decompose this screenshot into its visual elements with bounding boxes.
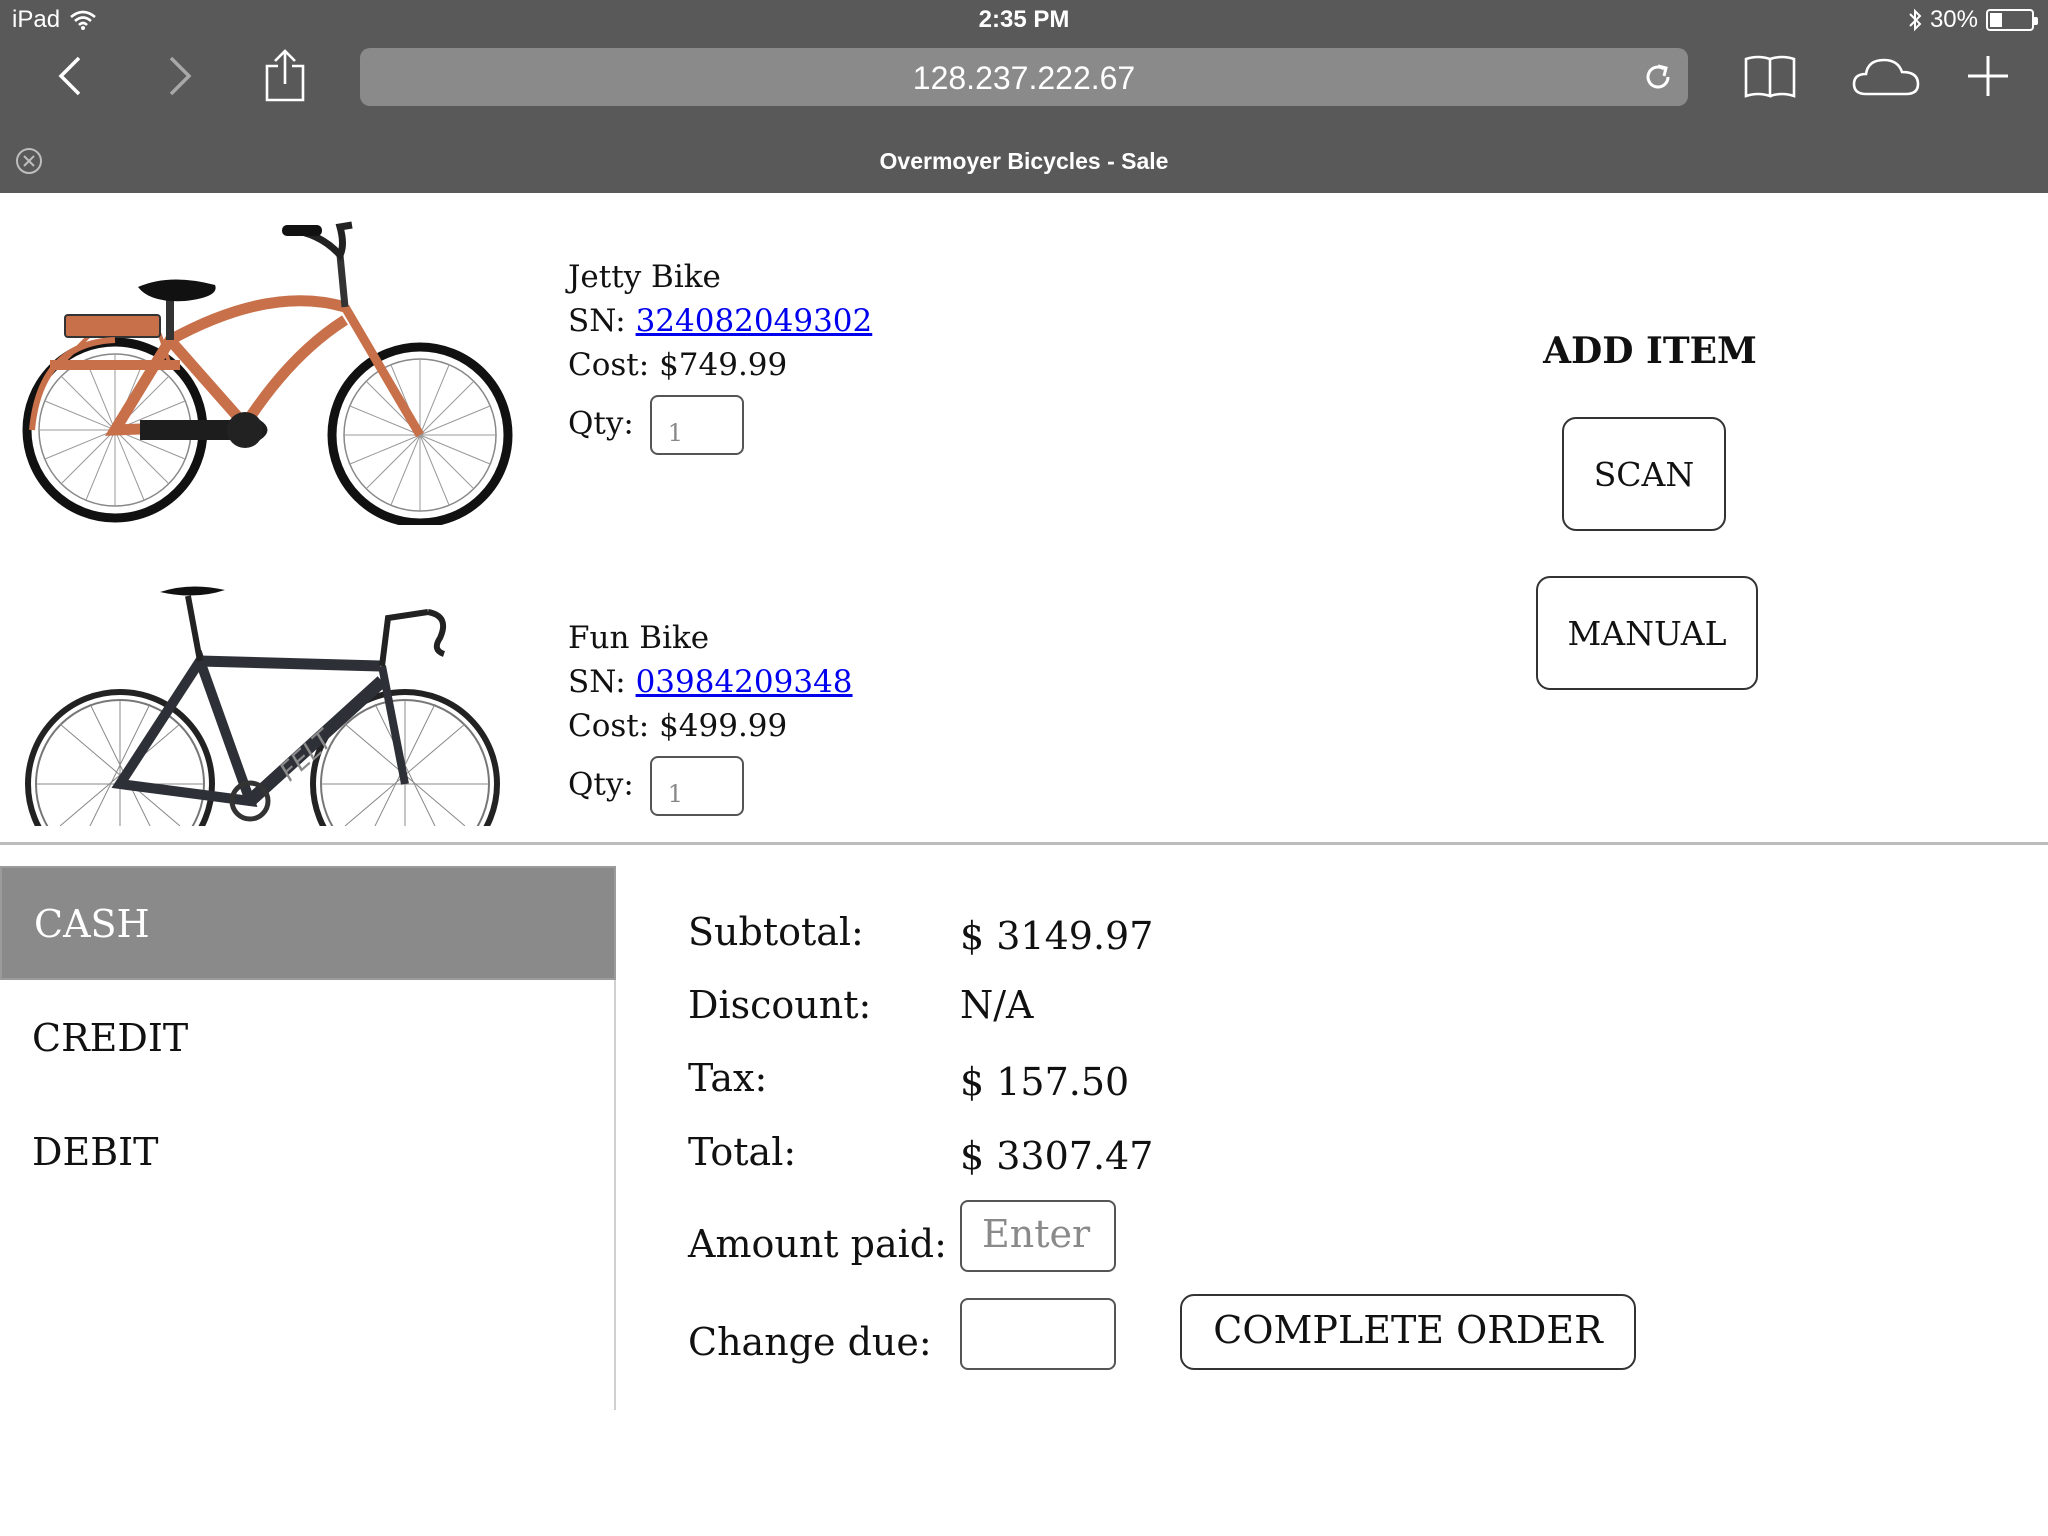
qty-input[interactable]: 1 xyxy=(649,395,744,455)
amount-paid-input[interactable]: Enter xyxy=(960,1200,1116,1272)
cost-row: Cost: $749.99 xyxy=(568,343,872,387)
payment-method-list: CASH CREDIT DEBIT xyxy=(0,866,616,1410)
tax-value: $ 157.50 xyxy=(960,1060,1130,1104)
subtotal-label: Subtotal: xyxy=(688,910,864,954)
bike-photo xyxy=(22,221,513,525)
item-name: Jetty Bike xyxy=(568,259,721,295)
item-cost: $499.99 xyxy=(659,708,788,744)
bluetooth-icon xyxy=(1909,8,1922,32)
item-cost: $749.99 xyxy=(659,347,788,383)
url-text: 128.237.222.67 xyxy=(912,60,1136,96)
amount-paid-label: Amount paid: xyxy=(688,1222,947,1266)
cruiser-bike-image xyxy=(22,221,513,525)
share-button[interactable] xyxy=(255,46,315,106)
serial-number-link[interactable]: 324082049302 xyxy=(636,303,873,339)
share-icon xyxy=(265,49,305,102)
complete-order-button[interactable]: COMPLETE ORDER xyxy=(1180,1294,1636,1370)
status-bar: iPad 2:35 PM 30% xyxy=(0,0,2048,40)
wifi-icon xyxy=(70,10,96,30)
plus-icon xyxy=(1968,56,2008,96)
cart-item: FELT Fun Bike SN: 03984209348 Cost: $499… xyxy=(0,576,1300,826)
sn-label: SN: xyxy=(568,664,626,700)
cost-label: Cost: xyxy=(568,347,650,383)
bike-photo: FELT xyxy=(25,586,500,826)
qty-input[interactable]: 1 xyxy=(649,756,744,816)
sn-label: SN: xyxy=(568,303,626,339)
close-tab-icon[interactable] xyxy=(15,147,43,175)
chevron-right-icon xyxy=(169,56,192,96)
tab-bar: Overmoyer Bicycles - Sale xyxy=(0,138,2048,182)
battery-level xyxy=(1990,13,2002,27)
scan-button[interactable]: SCAN xyxy=(1562,417,1726,531)
serial-number-link[interactable]: 03984209348 xyxy=(636,664,853,700)
new-tab-button[interactable] xyxy=(1958,46,2018,106)
total-value: $ 3307.47 xyxy=(960,1134,1154,1178)
book-icon xyxy=(1744,55,1796,98)
browser-chrome: iPad 2:35 PM 30% 128.237.222.67 Overmoye… xyxy=(0,0,2048,193)
add-item-title: ADD ITEM xyxy=(1543,330,1757,372)
device-name: iPad xyxy=(12,6,61,33)
manual-button[interactable]: MANUAL xyxy=(1536,576,1758,690)
change-due-label: Change due: xyxy=(688,1320,932,1364)
road-bike-image: FELT xyxy=(25,586,500,826)
qty-label: Qty: xyxy=(568,405,634,442)
chevron-left-icon xyxy=(58,56,81,96)
section-divider xyxy=(0,842,2048,845)
reload-icon[interactable] xyxy=(1642,61,1674,93)
battery-percent: 30% xyxy=(1929,6,1978,33)
qty-row: Qty: 1 xyxy=(568,395,872,455)
qty-row: Qty: 1 xyxy=(568,756,853,816)
payment-method-cash[interactable]: CASH xyxy=(0,866,616,980)
cart-item: Jetty Bike SN: 324082049302 Cost: $749.9… xyxy=(0,215,1300,535)
item-details: Jetty Bike SN: 324082049302 Cost: $749.9… xyxy=(568,255,872,455)
item-name: Fun Bike xyxy=(568,620,710,656)
back-button[interactable] xyxy=(40,46,100,106)
browser-toolbar: 128.237.222.67 xyxy=(0,40,2048,116)
payment-method-credit[interactable]: CREDIT xyxy=(0,982,616,1096)
change-due-field xyxy=(960,1298,1116,1370)
payment-method-debit[interactable]: DEBIT xyxy=(0,1096,616,1210)
cost-label: Cost: xyxy=(568,708,650,744)
discount-label: Discount: xyxy=(688,983,872,1027)
serial-number-row: SN: 03984209348 xyxy=(568,660,853,704)
status-left: iPad xyxy=(12,6,96,34)
serial-number-row: SN: 324082049302 xyxy=(568,299,872,343)
address-bar[interactable]: 128.237.222.67 xyxy=(360,48,1688,106)
qty-label: Qty: xyxy=(568,766,634,803)
total-label: Total: xyxy=(688,1130,797,1174)
battery-icon xyxy=(1986,9,2038,31)
bookmarks-button[interactable] xyxy=(1740,46,1800,106)
subtotal-value: $ 3149.97 xyxy=(960,914,1154,958)
tab-title: Overmoyer Bicycles - Sale xyxy=(879,148,1169,174)
icloud-tabs-button[interactable] xyxy=(1852,46,1922,106)
item-details: Fun Bike SN: 03984209348 Cost: $499.99 Q… xyxy=(568,616,853,816)
discount-value: N/A xyxy=(960,983,1034,1027)
clock: 2:35 PM xyxy=(978,6,1070,33)
cloud-icon xyxy=(1852,58,1920,96)
cost-row: Cost: $499.99 xyxy=(568,704,853,748)
tax-label: Tax: xyxy=(688,1056,768,1100)
status-right: 30% xyxy=(1908,6,2038,34)
forward-button[interactable] xyxy=(150,46,210,106)
